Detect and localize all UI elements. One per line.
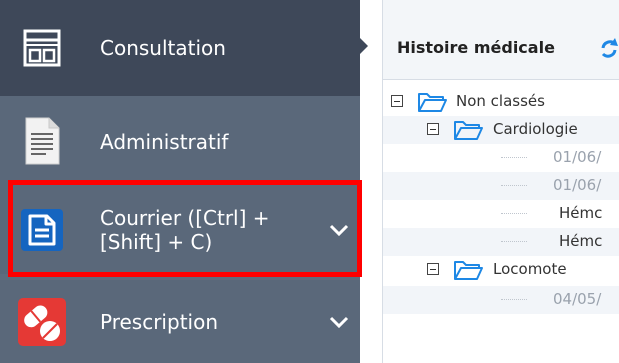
tree-label: Hémc: [559, 204, 603, 222]
document-icon: [14, 113, 70, 169]
tree-leaf[interactable]: 04/05/: [383, 286, 619, 314]
tree-node-locomoteur[interactable]: Locomote: [383, 256, 619, 284]
tree-connector: [501, 157, 527, 158]
chevron-down-icon[interactable]: [325, 216, 353, 244]
pill-icon: [14, 294, 70, 350]
consultation-icon: [14, 20, 70, 76]
tree-node-non-classes[interactable]: Non classés: [383, 88, 619, 116]
sidebar-item-label: Courrier ([Ctrl] + [Shift] + C): [100, 206, 270, 254]
tree-label: 01/06/: [553, 176, 602, 194]
tree-leaf[interactable]: 01/06/: [383, 172, 619, 200]
tree-label: Non classés: [456, 92, 545, 110]
sidebar-item-label: Prescription: [100, 310, 218, 334]
tree-label: Hémc: [559, 232, 603, 250]
refresh-icon[interactable]: [599, 36, 619, 65]
tree-leaf[interactable]: Hémc: [383, 200, 619, 228]
tree-label: Cardiologie: [493, 120, 578, 138]
tree-leaf[interactable]: Hémc: [383, 228, 619, 256]
sidebar-item-label: Consultation: [100, 36, 226, 60]
folder-icon: [417, 91, 447, 117]
collapse-toggle[interactable]: [427, 263, 439, 275]
tree-connector: [501, 241, 527, 242]
medical-history-panel: Histoire médicale Non classés Cardiologi…: [382, 0, 619, 363]
folder-icon: [453, 119, 483, 145]
tree-connector: [501, 299, 527, 300]
sidebar-item-courrier[interactable]: Courrier ([Ctrl] + [Shift] + C): [0, 186, 360, 274]
panel-header: Histoire médicale: [383, 0, 619, 80]
active-pointer: [360, 38, 368, 54]
collapse-toggle[interactable]: [427, 123, 439, 135]
tree-node-cardiologie[interactable]: Cardiologie: [383, 116, 619, 144]
folder-icon: [453, 259, 483, 285]
tree-leaf[interactable]: 01/06/: [383, 144, 619, 172]
panel-title: Histoire médicale: [397, 38, 555, 57]
tree-label: Locomote: [493, 260, 567, 278]
tree-label: 01/06/: [553, 148, 602, 166]
sidebar-item-prescription[interactable]: Prescription: [0, 280, 360, 363]
tree-connector: [501, 213, 527, 214]
tree-connector: [501, 185, 527, 186]
collapse-toggle[interactable]: [391, 95, 403, 107]
sidebar-item-label: Administratif: [100, 130, 229, 154]
sidebar-item-administratif[interactable]: Administratif: [0, 96, 360, 186]
tree-label: 04/05/: [553, 290, 602, 308]
chevron-down-icon[interactable]: [325, 308, 353, 336]
sidebar-item-consultation[interactable]: Consultation: [0, 0, 360, 96]
letter-icon: [14, 202, 70, 258]
sidebar: Consultation Administratif Courrier ([Ct…: [0, 0, 368, 363]
